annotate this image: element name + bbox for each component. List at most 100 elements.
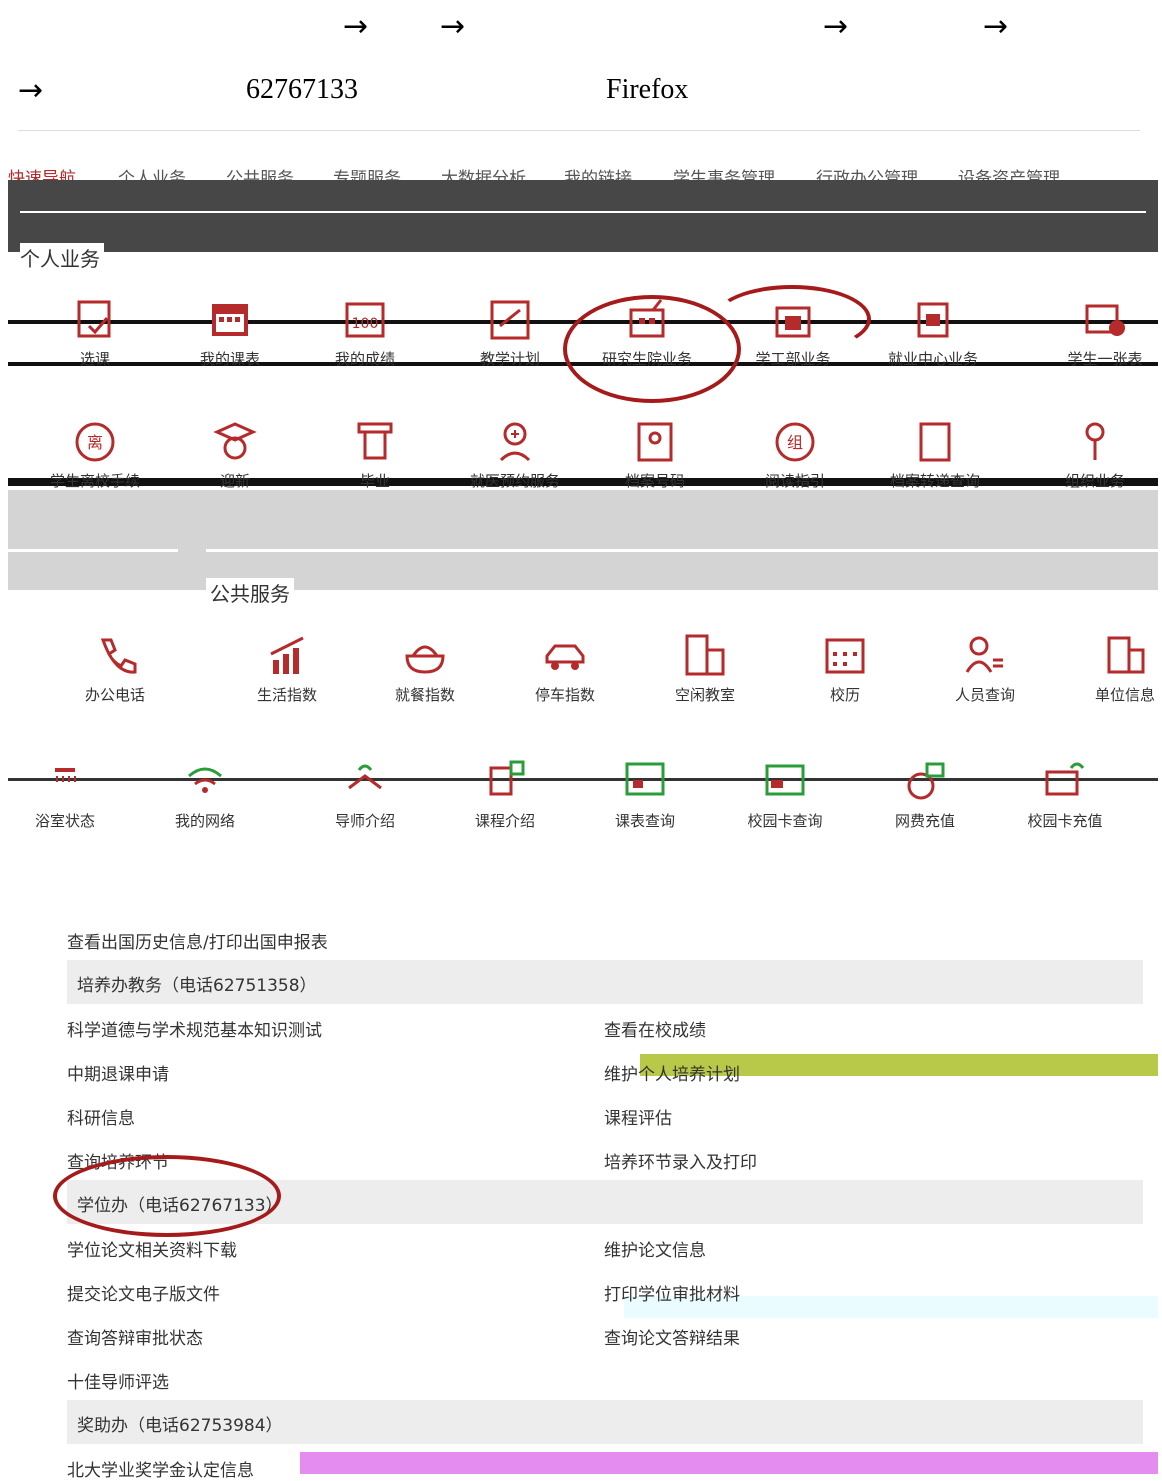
tile-label: 生活指数 — [256, 686, 317, 704]
tile-leave-school[interactable]: 离 学生离校手续 — [30, 418, 160, 491]
tile-archive-no[interactable]: 档案号码 — [590, 418, 720, 491]
tile-welcome[interactable]: 迎新 — [170, 418, 300, 491]
tile-medical[interactable]: 就医预约服务 — [450, 418, 580, 491]
tile-student-form[interactable]: 学生一张表 — [1040, 296, 1162, 369]
tile-label: 校园卡查询 — [747, 812, 823, 830]
tile-people-search[interactable]: 人员查询 — [920, 632, 1050, 705]
book-icon — [919, 422, 951, 462]
tile-my-schedule[interactable]: 我的课表 — [165, 296, 295, 369]
tile-label: 迎新 — [219, 472, 250, 490]
list-item[interactable]: 课程评估 — [604, 1104, 672, 1129]
section-public-title: 公共服务 — [206, 578, 294, 607]
list-item[interactable]: 科研信息 — [67, 1104, 135, 1129]
tile-dining-index[interactable]: 就餐指数 — [360, 632, 490, 705]
group-icon: 组 — [775, 422, 815, 462]
tile-label: 校历 — [829, 686, 860, 704]
unit-icon — [1107, 636, 1145, 674]
group-header-training: 培养办教务（电话62751358） — [67, 960, 1143, 1004]
tile-schedule-query[interactable]: 课表查询 — [580, 758, 710, 831]
magenta-highlight — [300, 1452, 1158, 1474]
svg-text:组: 组 — [787, 433, 803, 452]
highlight-oval — [713, 285, 871, 353]
svg-text:离: 离 — [87, 433, 103, 452]
tile-label: 就餐指数 — [394, 686, 455, 704]
tile-teaching-plan[interactable]: 教学计划 — [445, 296, 575, 369]
group-title: 奖助办（电话62753984） — [77, 1416, 283, 1436]
tile-label: 毕业 — [359, 472, 390, 490]
doctor-icon — [499, 422, 531, 462]
teaching-plan-icon — [490, 300, 530, 340]
tile-my-network[interactable]: 我的网络 — [140, 758, 270, 831]
tile-network-fee[interactable]: 网费充值 — [860, 758, 990, 831]
tile-archive-query[interactable]: 档案转递查询 — [870, 418, 1000, 491]
highlight-oval — [53, 1155, 281, 1237]
tile-label: 课表查询 — [614, 812, 675, 830]
list-item[interactable]: 维护个人培养计划 — [604, 1060, 740, 1085]
form-icon — [1085, 304, 1125, 336]
band-divider — [20, 211, 1146, 213]
rice-bowl-icon — [405, 645, 445, 674]
list-item[interactable]: 科学道德与学术规范基本知识测试 — [67, 1016, 322, 1041]
list-item[interactable]: 学位论文相关资料下载 — [67, 1236, 237, 1261]
calendar-icon — [825, 638, 865, 674]
list-item[interactable]: 查看在校成绩 — [604, 1016, 706, 1041]
tile-empty-classroom[interactable]: 空闲教室 — [640, 632, 770, 705]
card-topup-icon — [1045, 762, 1085, 796]
career-icon — [917, 302, 949, 338]
arrow-3: → — [823, 9, 849, 44]
tile-advisor-intro[interactable]: 导师介绍 — [300, 758, 430, 831]
tile-course-intro[interactable]: 课程介绍 — [440, 758, 570, 831]
tile-label: 导师介绍 — [334, 812, 395, 830]
tile-label: 学生一张表 — [1067, 350, 1143, 368]
tile-school-calendar[interactable]: 校历 — [780, 632, 910, 705]
tile-unit-info[interactable]: 单位信息 — [1060, 632, 1162, 705]
tile-label: 我的课表 — [199, 350, 260, 368]
list-item[interactable]: 查询论文答辩结果 — [604, 1324, 740, 1349]
tile-label: 选课 — [79, 350, 110, 368]
list-item[interactable]: 查询答辩审批状态 — [67, 1324, 203, 1349]
money-icon — [907, 762, 945, 800]
list-item[interactable]: 提交论文电子版文件 — [67, 1280, 220, 1305]
list-item-abroad[interactable]: 查看出国历史信息/打印出国申报表 — [67, 928, 328, 953]
tile-campus-card-query[interactable]: 校园卡查询 — [720, 758, 850, 831]
list-item[interactable]: 中期退课申请 — [67, 1060, 169, 1085]
tile-label: 阅读指引 — [764, 472, 825, 490]
phone-icon — [100, 638, 137, 674]
tile-label: 人员查询 — [954, 686, 1015, 704]
chart-up-icon — [270, 636, 304, 674]
phone-number: 62767133 — [246, 74, 358, 105]
tile-label: 教学计划 — [479, 350, 540, 368]
list-item[interactable]: 十佳导师评选 — [67, 1368, 169, 1393]
band-divider — [206, 549, 1158, 552]
band-divider — [8, 549, 178, 552]
tile-campus-card-topup[interactable]: 校园卡充值 — [1000, 758, 1130, 831]
tile-label: 校园卡充值 — [1027, 812, 1103, 830]
tile-label: 停车指数 — [534, 686, 595, 704]
tile-bathroom-status[interactable]: 浴室状态 — [0, 758, 130, 831]
schedule-icon — [625, 762, 665, 796]
advisor-icon — [348, 764, 382, 790]
arrow-4: → — [983, 9, 1009, 44]
list-item[interactable]: 培养环节录入及打印 — [604, 1148, 757, 1173]
list-item[interactable]: 打印学位审批材料 — [604, 1280, 740, 1305]
classroom-icon — [685, 634, 725, 676]
course-selection-icon — [77, 300, 111, 338]
envelope-icon — [637, 422, 673, 462]
tile-office-phone[interactable]: 办公电话 — [50, 632, 180, 705]
calendar-icon — [212, 304, 248, 336]
tile-course-selection[interactable]: 选课 — [30, 296, 160, 369]
grades-icon: 100 — [345, 302, 385, 338]
tile-label: 档案号码 — [624, 472, 685, 490]
tile-reading-guide[interactable]: 组 阅读指引 — [730, 418, 860, 491]
tile-organization[interactable]: 组织业务 — [1030, 418, 1160, 491]
tile-career-center[interactable]: 就业中心业务 — [868, 296, 998, 369]
tile-living-index[interactable]: 生活指数 — [222, 632, 352, 705]
tile-label: 空闲教室 — [674, 686, 735, 704]
tile-label: 浴室状态 — [34, 812, 95, 830]
list-item[interactable]: 北大学业奖学金认定信息 — [67, 1456, 254, 1481]
list-item[interactable]: 维护论文信息 — [604, 1236, 706, 1261]
tile-graduation[interactable]: 毕业 — [310, 418, 440, 491]
shower-icon — [55, 768, 76, 782]
tile-parking-index[interactable]: 停车指数 — [500, 632, 630, 705]
tile-my-grades[interactable]: 100 我的成绩 — [300, 296, 430, 369]
